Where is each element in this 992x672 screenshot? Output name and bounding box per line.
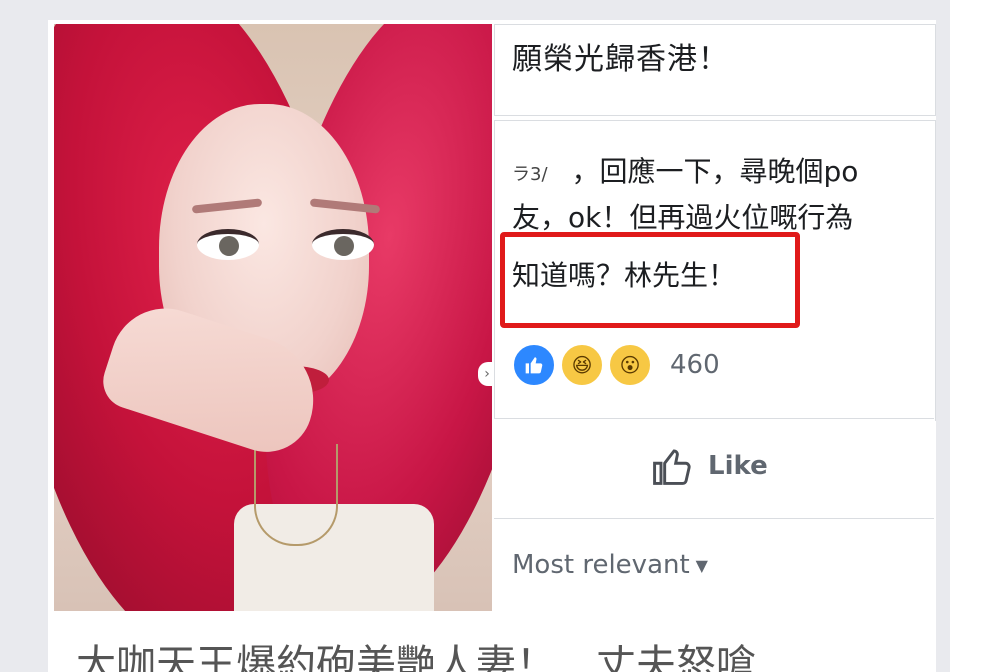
comment-author-fragment: ラ3/ [512, 164, 548, 185]
post-photo[interactable] [54, 24, 492, 611]
comment-line-2: 友，ok！但再過火位嘅行為 [512, 201, 854, 234]
comment-sort-dropdown[interactable]: Most relevant ▼ [512, 550, 708, 580]
highlight-box [500, 232, 800, 328]
comment-line-1: ラ3/ ，回應一下，尋晚個po [512, 150, 858, 190]
eye-shape [312, 229, 374, 260]
divider [494, 418, 934, 419]
thumbs-up-icon [653, 449, 691, 485]
necklace-shape [254, 444, 338, 546]
haha-icon: 😆 [560, 343, 604, 387]
background-strip [950, 0, 992, 672]
comment-text-1: ，回應一下，尋晚個po [571, 155, 859, 188]
like-button-label: Like [708, 451, 768, 481]
reaction-count: 460 [670, 350, 720, 380]
post-text: 願榮光歸香港！ [512, 42, 729, 77]
article-caption[interactable]: 大咖天王爆約砲美艷人妻！ 丈夫怒嗆 [54, 612, 934, 672]
sort-label: Most relevant [512, 550, 690, 580]
like-icon [512, 343, 556, 387]
caption-text: 大咖天王爆約砲美艷人妻！ 丈夫怒嗆 [76, 642, 756, 672]
chevron-down-icon: ▼ [695, 556, 708, 575]
reaction-summary[interactable]: 😆 😮 460 [512, 342, 720, 388]
eye-shape [197, 229, 259, 260]
wow-icon: 😮 [608, 343, 652, 387]
like-button[interactable]: Like [650, 444, 768, 488]
